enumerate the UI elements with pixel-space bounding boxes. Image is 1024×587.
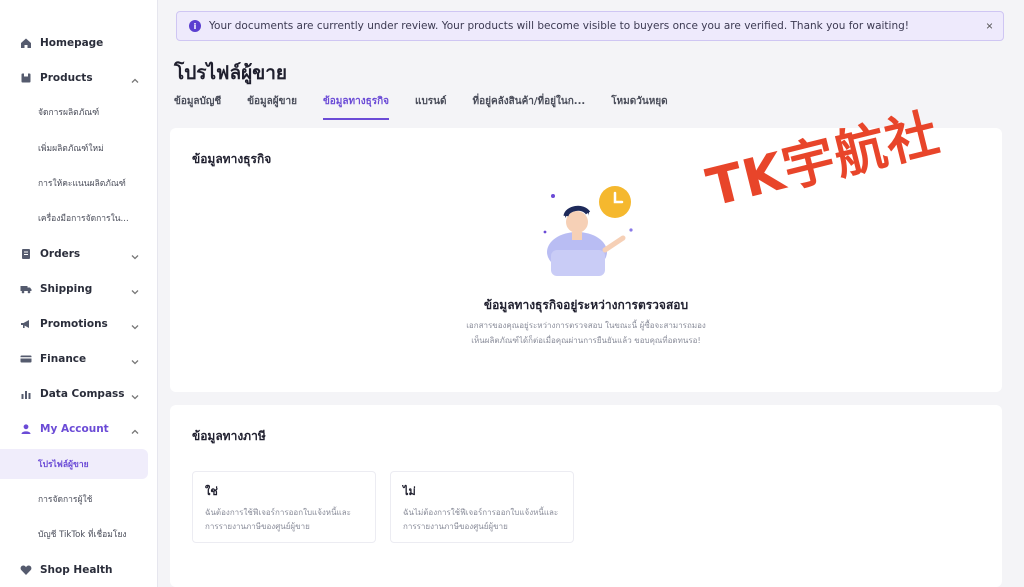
sidebar-item-label: Homepage (40, 37, 104, 49)
chevron-down-icon (130, 319, 140, 330)
business-info-title: ข้อมูลทางธุรกิจ (192, 152, 272, 166)
tax-info-title: ข้อมูลทางภาษี (192, 429, 266, 443)
tab-business-info[interactable]: ข้อมูลทางธุรกิจ (322, 94, 389, 120)
tax-option-description: ฉันต้องการใช้ฟีเจอร์การออกใบแจ้งหนี้และก… (205, 508, 351, 531)
review-status-title: ข้อมูลทางธุรกิจอยู่ระหว่างการตรวจสอบ (483, 298, 689, 312)
profile-tabs: ข้อมูลบัญชี ข้อมูลผู้ขาย ข้อมูลทางธุรกิจ… (174, 94, 694, 120)
box-icon (20, 72, 32, 84)
sidebar-subitem-user-management[interactable]: การจัดการผู้ใช้ (0, 484, 157, 514)
tax-option-title: ไม่ (403, 485, 416, 498)
sidebar-subitem-linked-tiktok[interactable]: บัญชี TikTok ที่เชื่อมโยง (0, 519, 157, 549)
tab-holiday-mode[interactable]: โหมดวันหยุด (611, 94, 667, 120)
sidebar-item-label: Products (40, 72, 93, 84)
sidebar-item-my-account[interactable]: My Account (0, 413, 157, 445)
review-notice-banner: i Your documents are currently under rev… (176, 11, 1004, 41)
truck-icon (20, 283, 32, 295)
chevron-down-icon (130, 284, 140, 295)
review-status-description: เอกสารของคุณอยู่ระหว่างการตรวจสอบ ในขณะน… (466, 321, 706, 345)
sidebar-subitem-management-tools[interactable]: เครื่องมือการจัดการใน... (0, 203, 157, 233)
sidebar: Homepage Products จัดการผลิตภัณฑ์ เพิ่มผ… (0, 0, 158, 587)
sidebar-item-label: Shipping (40, 283, 93, 295)
sidebar-item-label: Finance (40, 353, 87, 365)
health-icon (20, 564, 32, 576)
info-icon: i (189, 20, 201, 32)
tab-warehouse-address[interactable]: ที่อยู่คลังสินค้า/ที่อยู่ในก... (473, 94, 586, 120)
sidebar-item-label: Orders (40, 248, 81, 260)
chevron-down-icon (130, 389, 140, 400)
chart-icon (20, 388, 32, 400)
sidebar-item-shop-health[interactable]: Shop Health (0, 554, 157, 586)
tab-account-info[interactable]: ข้อมูลบัญชี (174, 94, 221, 120)
home-icon (20, 37, 32, 49)
chevron-up-icon (130, 73, 140, 83)
sidebar-subitem-product-ratings[interactable]: การให้คะแนนผลิตภัณฑ์ (0, 168, 157, 198)
sidebar-item-label: Data Compass (40, 388, 125, 400)
sidebar-item-label: Promotions (40, 318, 108, 330)
sidebar-item-shipping[interactable]: Shipping (0, 273, 157, 305)
under-review-illustration (525, 180, 645, 280)
tab-seller-info[interactable]: ข้อมูลผู้ขาย (247, 94, 297, 120)
page-title: โปรไฟล์ผู้ขาย (174, 62, 288, 84)
sidebar-subitem-seller-profile[interactable]: โปรไฟล์ผู้ขาย (0, 449, 148, 479)
sidebar-item-label: Shop Health (40, 564, 113, 576)
sidebar-item-finance[interactable]: Finance (0, 343, 157, 375)
close-icon[interactable]: × (986, 19, 993, 33)
sidebar-subitem-manage-products[interactable]: จัดการผลิตภัณฑ์ (0, 97, 157, 127)
sidebar-item-label: My Account (40, 423, 109, 435)
tax-option-description: ฉันไม่ต้องการใช้ฟีเจอร์การออกใบแจ้งหนี้แ… (403, 508, 559, 531)
tax-option-title: ใช่ (205, 485, 218, 498)
sidebar-item-data-compass[interactable]: Data Compass (0, 378, 157, 410)
chevron-down-icon (130, 249, 140, 260)
main-content: i Your documents are currently under rev… (158, 0, 1024, 587)
megaphone-icon (20, 318, 32, 330)
sidebar-item-homepage[interactable]: Homepage (0, 27, 157, 59)
sidebar-item-orders[interactable]: Orders (0, 238, 157, 270)
user-icon (20, 423, 32, 435)
tax-info-card: ข้อมูลทางภาษี ใช่ ฉันต้องการใช้ฟีเจอร์กา… (170, 405, 1002, 587)
orders-icon (20, 248, 32, 260)
tax-option-no[interactable]: ไม่ ฉันไม่ต้องการใช้ฟีเจอร์การออกใบแจ้งห… (390, 471, 574, 543)
sidebar-item-products[interactable]: Products (0, 62, 157, 94)
chevron-down-icon (130, 354, 140, 365)
card-icon (20, 353, 32, 365)
tax-option-yes[interactable]: ใช่ ฉันต้องการใช้ฟีเจอร์การออกใบแจ้งหนี้… (192, 471, 376, 543)
sidebar-subitem-add-product[interactable]: เพิ่มผลิตภัณฑ์ใหม่ (0, 133, 157, 163)
sidebar-item-promotions[interactable]: Promotions (0, 308, 157, 340)
banner-text: Your documents are currently under revie… (209, 20, 909, 32)
chevron-up-icon (130, 424, 140, 434)
tab-brand[interactable]: แบรนด์ (415, 94, 447, 120)
